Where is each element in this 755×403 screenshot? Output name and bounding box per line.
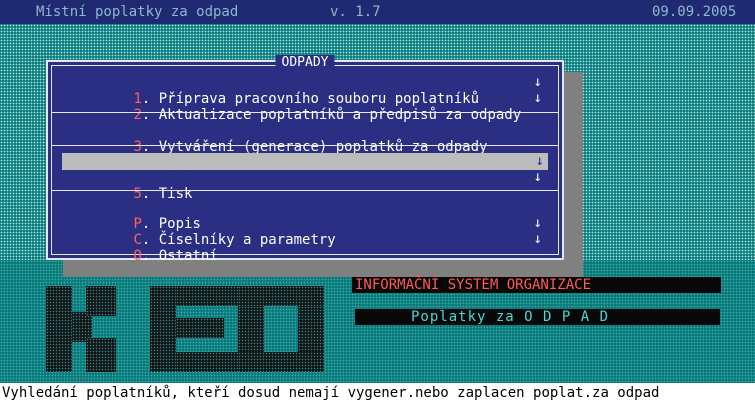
module-name-banner: Poplatky za O D P A D bbox=[355, 309, 720, 325]
app-version: v. 1.7 bbox=[330, 4, 381, 20]
menu-item-label: . Aktualizace poplatníků a předpisů za o… bbox=[141, 107, 522, 123]
dos-screen: Místní poplatky za odpad v. 1.7 09.09.20… bbox=[0, 0, 755, 403]
menu-item-4[interactable]: 4. Rozbory ↓ bbox=[62, 153, 548, 186]
submenu-arrow-icon: ↓ bbox=[533, 215, 542, 231]
status-bar: Vyhledání poplatníků, kteří dosud nemají… bbox=[0, 383, 755, 403]
menu-item-p[interactable]: P. Popis bbox=[66, 199, 546, 232]
submenu-arrow-icon: ↓ bbox=[533, 231, 542, 247]
menu-item-1[interactable]: 1. Příprava pracovního souboru poplatník… bbox=[66, 74, 546, 107]
menu-title: ODPADY bbox=[275, 55, 335, 70]
submenu-arrow-icon: ↓ bbox=[535, 153, 544, 169]
hotkey: 2 bbox=[133, 107, 142, 123]
menu-frame: ODPADY 1. Příprava pracovního souboru po… bbox=[51, 55, 559, 264]
title-bar: Místní poplatky za odpad v. 1.7 09.09.20… bbox=[0, 0, 755, 24]
menu-divider bbox=[52, 190, 558, 191]
menu-divider bbox=[52, 145, 558, 146]
keo-logo bbox=[0, 260, 340, 383]
system-name-banner: INFORMAČNÍ SYSTÉM ORGANIZACE bbox=[352, 277, 721, 293]
menu-item-2[interactable]: 2. Aktualizace poplatníků a předpisů za … bbox=[66, 90, 546, 123]
menu-item-c[interactable]: C. Číselníky a parametry ↓ bbox=[66, 215, 546, 248]
submenu-arrow-icon: ↓ bbox=[533, 90, 542, 106]
menu-item-5[interactable]: 5. Tisk ↓ bbox=[66, 169, 546, 202]
submenu-arrow-icon: ↓ bbox=[533, 74, 542, 90]
menu-item-o[interactable]: O. Ostatní ↓ bbox=[66, 231, 546, 264]
odpady-menu: ODPADY 1. Příprava pracovního souboru po… bbox=[46, 55, 564, 264]
submenu-arrow-icon: ↓ bbox=[533, 169, 542, 185]
app-title: Místní poplatky za odpad bbox=[36, 4, 239, 20]
menu-divider bbox=[52, 112, 558, 113]
current-date: 09.09.2005 bbox=[652, 4, 737, 20]
menu-item-3[interactable]: 3. Vytváření (generace) poplatků za odpa… bbox=[66, 122, 546, 155]
module-name: Poplatky za O D P A D bbox=[411, 309, 610, 325]
